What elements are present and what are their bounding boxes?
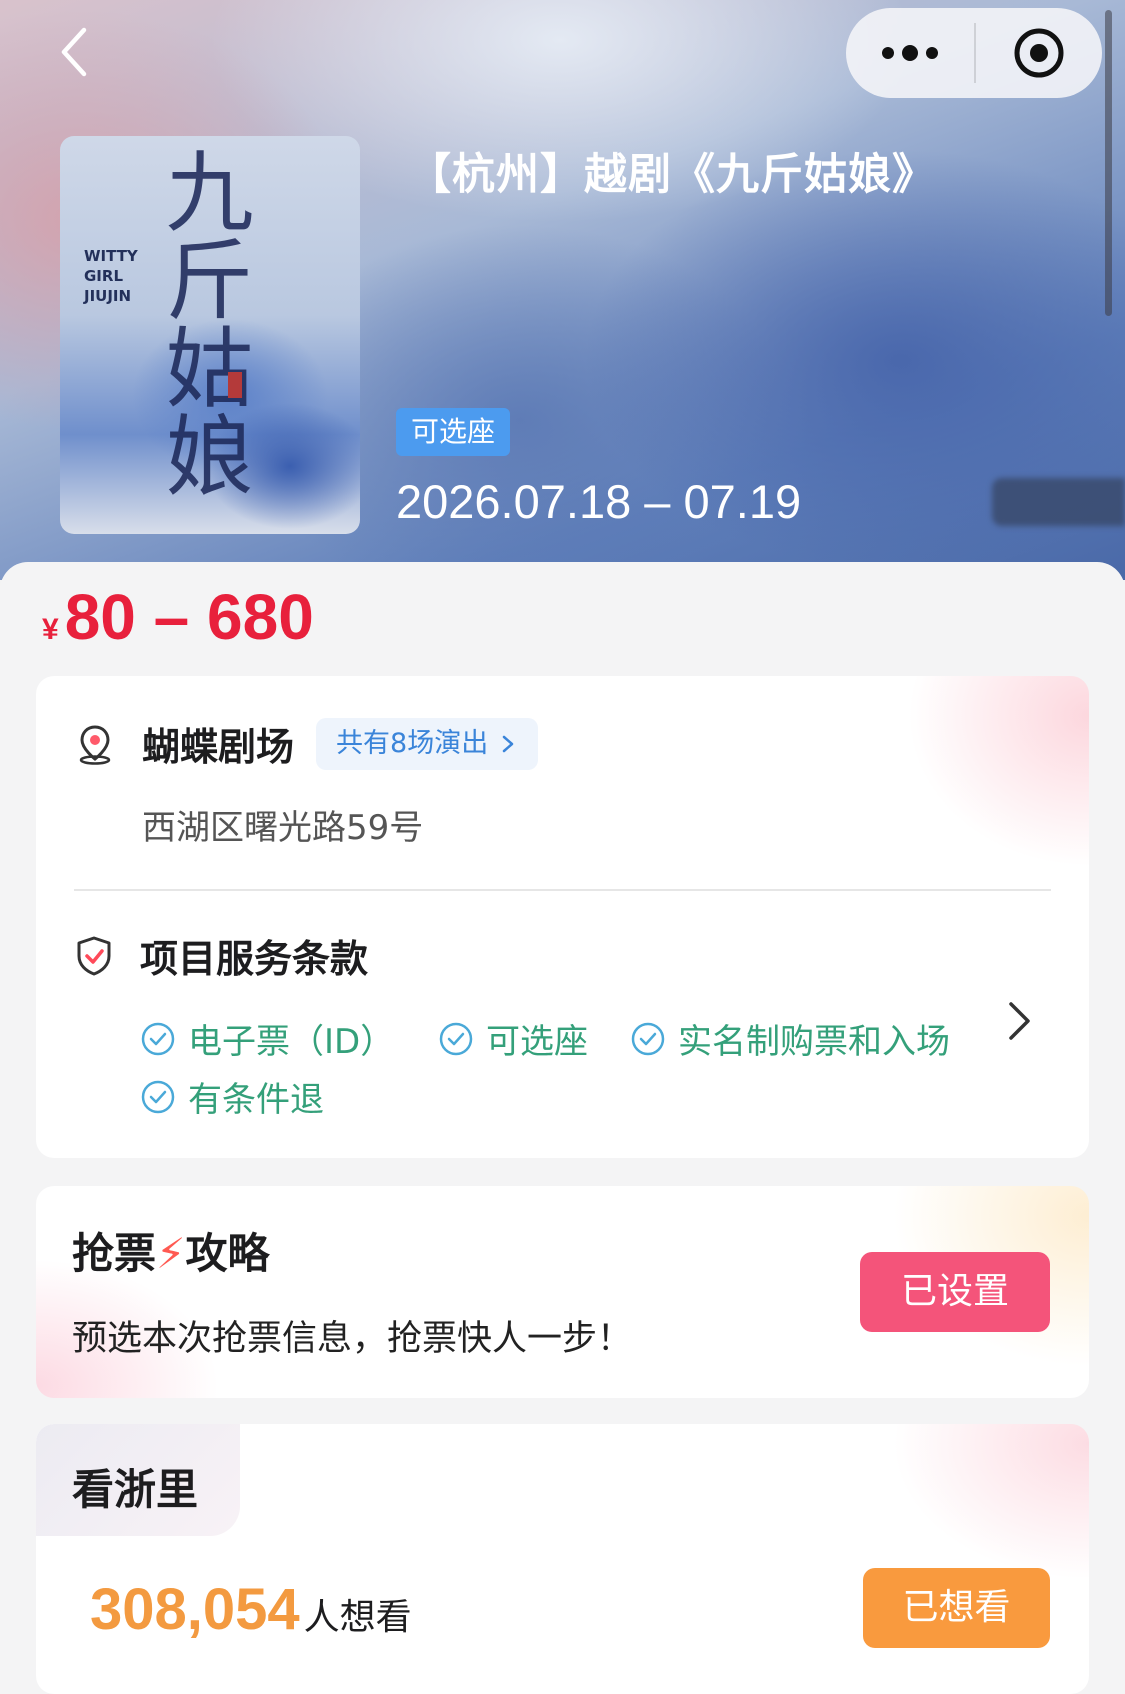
price-value: 80 – 680 <box>64 581 314 653</box>
service-item: 可选座 <box>438 1014 588 1063</box>
grab-title-prefix: 抢票 <box>72 1229 157 1278</box>
scrollbar[interactable] <box>1105 10 1112 316</box>
chevron-left-icon <box>61 27 87 77</box>
want-count-number: 308,054 <box>90 1577 300 1642</box>
service-item-label: 有条件退 <box>188 1080 324 1120</box>
shield-check-icon <box>77 936 111 975</box>
service-item: 实名制购票和入场 <box>630 1014 950 1063</box>
chevron-right-icon <box>1009 1002 1030 1040</box>
event-title: 【杭州】越剧《九斤姑娘》 <box>408 150 936 200</box>
check-circle-icon <box>141 1080 175 1113</box>
chevron-right-icon <box>502 735 514 752</box>
poster-english-line: WITTY <box>84 247 138 265</box>
grab-title-suffix: 攻略 <box>185 1229 270 1278</box>
target-close-icon <box>1014 28 1064 78</box>
check-circle-icon <box>141 1022 175 1055</box>
shows-count-link[interactable]: 共有8场演出 <box>316 717 539 770</box>
venue-row[interactable]: 蝴蝶剧场 共有8场演出 <box>74 716 539 771</box>
check-circle-icon <box>439 1022 473 1055</box>
service-item: 有条件退 <box>140 1072 324 1121</box>
venue-address[interactable]: 西湖区曙光路59号 <box>142 800 423 849</box>
want-count: 308,054 人想看 <box>90 1576 412 1643</box>
service-item: 电子票（ID） <box>140 1014 394 1063</box>
service-item-label: 实名制购票和入场 <box>678 1022 950 1062</box>
more-button[interactable] <box>846 8 974 98</box>
want-to-see-card: 看浙里 308,054 人想看 已想看 <box>36 1424 1089 1694</box>
grab-strategy-card: 抢票⚡攻略 预选本次抢票信息，抢票快人一步！ 已设置 <box>36 1186 1089 1398</box>
poster-english-line: JIUJIN <box>84 287 132 305</box>
want-count-unit: 人想看 <box>303 1597 412 1638</box>
poster-english-line: GIRL <box>84 267 124 285</box>
grab-strategy-description: 预选本次抢票信息，抢票快人一步！ <box>72 1319 633 1359</box>
event-poster[interactable]: 九斤姑娘 WITTY GIRL JIUJIN <box>60 136 360 534</box>
services-header[interactable]: 项目服务条款 <box>74 928 368 983</box>
shows-count-label: 共有8场演出 <box>336 727 489 759</box>
services-title: 项目服务条款 <box>140 937 369 981</box>
back-button[interactable] <box>50 24 100 80</box>
blurred-badge <box>992 478 1125 526</box>
seat-selection-tag: 可选座 <box>396 408 510 456</box>
check-circle-icon <box>631 1022 665 1055</box>
close-button[interactable] <box>976 8 1102 98</box>
venue-name: 蝴蝶剧场 <box>142 725 295 769</box>
miniprogram-capsule <box>846 8 1102 98</box>
service-item-label: 电子票（ID） <box>188 1022 395 1062</box>
more-dots-icon <box>882 45 938 61</box>
grab-settings-button[interactable]: 已设置 <box>860 1252 1050 1332</box>
price-currency: ¥ <box>42 613 59 646</box>
location-pin-icon <box>79 724 111 765</box>
service-item-label: 可选座 <box>486 1022 588 1062</box>
want-to-see-button[interactable]: 已想看 <box>863 1568 1050 1648</box>
poster-chinese-title: 九斤姑娘 <box>151 146 254 498</box>
lightning-icon: ⚡ <box>156 1229 186 1278</box>
poster-english-title: WITTY GIRL JIUJIN <box>84 246 138 306</box>
price-range: ¥80 – 680 <box>42 580 314 654</box>
poster-seal <box>228 372 242 398</box>
grab-strategy-title: 抢票⚡攻略 <box>72 1220 270 1281</box>
venue-card: 蝴蝶剧场 共有8场演出 西湖区曙光路59号 项目服务条款 电子票（ID） 可选座… <box>36 676 1089 1158</box>
services-detail-button[interactable] <box>1004 996 1034 1046</box>
want-section-title: 看浙里 <box>72 1465 199 1514</box>
event-dates: 2026.07.18 – 07.19 <box>396 475 802 528</box>
divider <box>74 889 1051 891</box>
